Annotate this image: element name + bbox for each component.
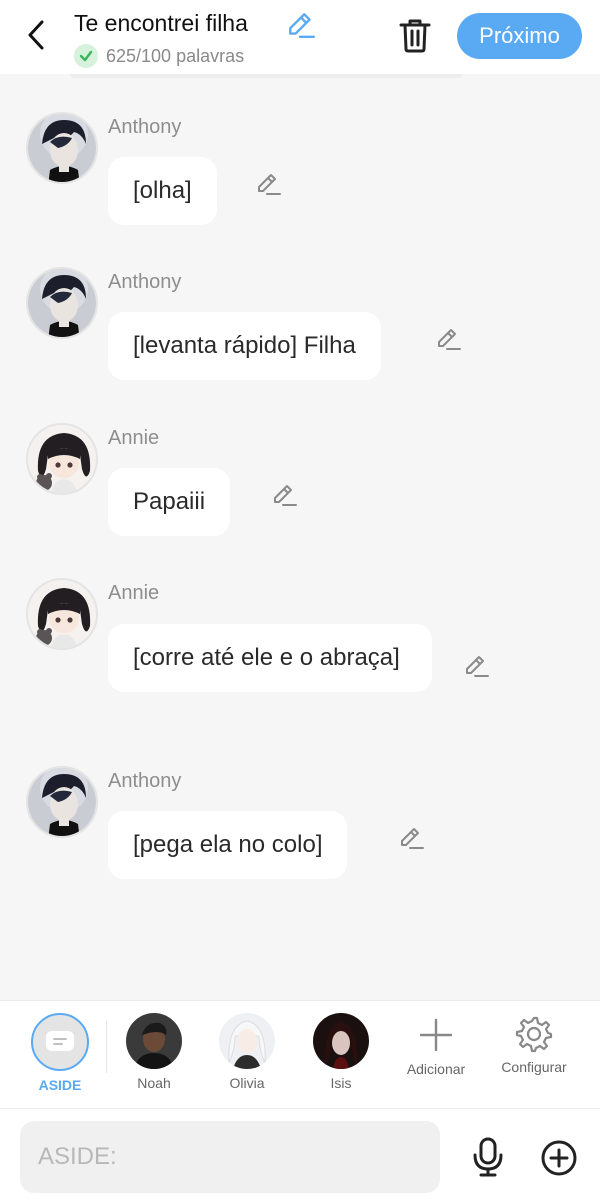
edit-message-icon[interactable] [462, 652, 490, 680]
trash-icon [399, 19, 431, 53]
settings-label: Configurar [501, 1059, 567, 1075]
back-button[interactable] [22, 18, 52, 52]
sender-name: Anthony [108, 116, 182, 138]
character-aside[interactable]: ASIDE [24, 1001, 96, 1109]
anthony-avatar[interactable] [26, 267, 98, 339]
character-label: Olivia [229, 1075, 265, 1091]
plus-icon [419, 1018, 453, 1052]
delete-button[interactable] [398, 16, 432, 54]
microphone-icon[interactable] [470, 1137, 506, 1177]
sender-name: Anthony [108, 770, 182, 792]
header-shadow [70, 74, 462, 78]
annie-avatar[interactable] [26, 423, 98, 495]
edit-message-icon[interactable] [434, 325, 462, 353]
character-label: Noah [137, 1075, 171, 1091]
edit-message-icon[interactable] [397, 824, 425, 852]
settings-button[interactable]: Configurar [494, 1001, 574, 1109]
sender-name: Annie [108, 582, 160, 604]
edit-title-button[interactable] [286, 10, 316, 40]
isis-avatar [313, 1013, 369, 1069]
message-bubble[interactable]: [pega ela no colo] [108, 811, 348, 879]
message-input[interactable] [20, 1121, 440, 1193]
aside-avatar [31, 1013, 89, 1071]
character-label: Isis [330, 1075, 352, 1091]
word-count-text: 625/100 palavras [106, 45, 245, 66]
noah-avatar [126, 1013, 182, 1069]
character-label: ASIDE [38, 1077, 82, 1093]
add-circle-icon[interactable] [540, 1139, 578, 1177]
divider [106, 1021, 107, 1073]
pencil-icon [289, 13, 316, 38]
gear-icon [515, 1016, 553, 1053]
next-button[interactable]: Próximo [457, 13, 582, 59]
top-bar: Te encontrei filha 625/100 palavras Próx… [0, 0, 600, 74]
anthony-avatar[interactable] [26, 766, 98, 838]
character-isis[interactable]: Isis [313, 1001, 369, 1109]
add-character-button[interactable]: Adicionar [396, 1001, 476, 1109]
chat-bubble-icon [46, 1031, 74, 1051]
edit-message-icon[interactable] [270, 481, 298, 509]
message-bubble[interactable]: [corre até ele e o abraça] [108, 624, 432, 692]
check-icon [74, 44, 98, 68]
word-count: 625/100 palavras [74, 43, 244, 69]
sender-name: Anthony [108, 271, 182, 293]
story-title[interactable]: Te encontrei filha [74, 10, 248, 37]
add-label: Adicionar [406, 1061, 466, 1077]
edit-message-icon[interactable] [254, 170, 282, 198]
message-bubble[interactable]: [levanta rápido] Filha [108, 312, 381, 380]
sender-name: Annie [108, 427, 160, 449]
annie-avatar[interactable] [26, 578, 98, 650]
olivia-avatar [219, 1013, 275, 1069]
message-bubble[interactable]: [olha] [108, 157, 217, 225]
character-olivia[interactable]: Olivia [219, 1001, 275, 1109]
message-bubble[interactable]: Papaiii [108, 468, 231, 536]
character-bar: ASIDE Noah Olivia Isis Adicionar Configu… [0, 1000, 600, 1108]
input-bar [0, 1108, 600, 1204]
anthony-avatar[interactable] [26, 112, 98, 184]
chevron-left-icon [28, 20, 44, 50]
character-noah[interactable]: Noah [126, 1001, 182, 1109]
